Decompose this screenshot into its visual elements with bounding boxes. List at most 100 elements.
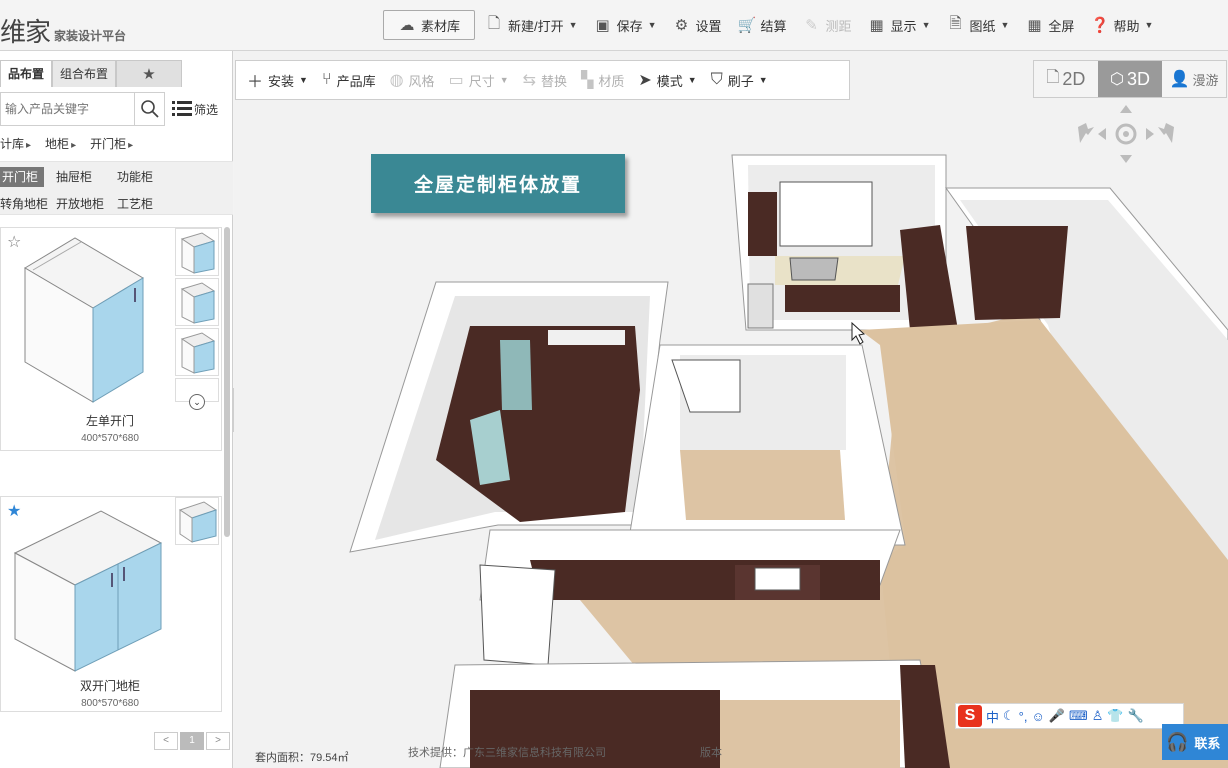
smiley-icon[interactable]: ☺ (1031, 709, 1044, 724)
save-label: 保存 (616, 18, 643, 34)
product-lib-label: 产品库 (336, 73, 376, 89)
chair-icon: ⑂ (321, 71, 332, 88)
palette-icon: ◍ (389, 72, 404, 89)
checker-icon: ▚ (581, 72, 594, 89)
replace-button[interactable]: ⇆ 替换 (516, 70, 574, 90)
tech-support-text: 技术提供：广东三维家信息科技有限公司 (408, 747, 606, 759)
navigation-control[interactable] (1076, 105, 1176, 163)
tab-product-layout[interactable]: 品布置 (0, 60, 53, 87)
chevron-down-icon: ▼ (1000, 20, 1010, 30)
mic-icon[interactable]: 🎤 (1049, 708, 1065, 724)
view-2d-button[interactable]: 🗋 2D (1034, 61, 1098, 97)
checkout-button[interactable]: 🛒 结算 (730, 10, 795, 40)
view-3d-button[interactable]: ⬡ 3D (1098, 61, 1162, 97)
contact-button[interactable]: 🎧 联系 (1162, 724, 1228, 760)
view-walk-button[interactable]: 👤 漫游 (1162, 61, 1226, 97)
top-menu: ☁ 素材库 🗋 新建/打开 ▼ ▣ 保存 ▼ ⚙ 设置 🛒 结算 ✎ 测距 ▦ … (383, 10, 1161, 40)
category-craft[interactable]: 工艺柜 (117, 194, 153, 214)
settings-button[interactable]: ⚙ 设置 (665, 10, 730, 40)
list-icon (172, 101, 192, 116)
breadcrumb-item[interactable]: 地柜 (45, 135, 76, 152)
settings-label: 设置 (695, 18, 722, 34)
product-card[interactable]: ★ 双开门地柜 800*570*680 (0, 496, 222, 712)
app-subtitle: 家装设计平台 (54, 29, 127, 43)
chevron-down-icon[interactable]: ⌄ (189, 394, 205, 410)
category-open-door[interactable]: 开门柜 (0, 167, 45, 187)
install-label: 安装 (268, 73, 295, 89)
moon-icon[interactable]: ☾ (1003, 708, 1015, 724)
tab-favorites[interactable]: ★ (116, 60, 183, 87)
prev-page-button[interactable]: < (154, 732, 178, 750)
headset-icon: 🎧 (1166, 731, 1189, 752)
filter-button[interactable]: 筛选 (172, 100, 218, 118)
material-lib-button[interactable]: ☁ 素材库 (383, 10, 476, 40)
material-button[interactable]: ▚ 材质 (574, 70, 631, 90)
material-lib-label: 素材库 (421, 18, 461, 34)
category-drawer[interactable]: 抽屉柜 (56, 167, 92, 187)
cloud-icon: ☁ (399, 17, 415, 34)
drawings-menu[interactable]: 🗎 图纸 ▼ (938, 10, 1017, 40)
filter-label: 筛选 (194, 102, 219, 117)
display-label: 显示 (890, 18, 917, 34)
search-input[interactable] (1, 93, 134, 125)
user-icon[interactable]: ♙ (1092, 708, 1104, 724)
style-label: 风格 (408, 73, 435, 89)
mode-menu[interactable]: ➤ 模式 ▼ (631, 70, 703, 90)
view-switcher: 🗋 2D ⬡ 3D 👤 漫游 (1033, 60, 1227, 98)
chevron-down-icon: ▼ (299, 75, 308, 85)
sogou-logo: S (958, 705, 982, 727)
variant-thumb[interactable] (175, 497, 219, 545)
chevron-down-icon: ▼ (499, 75, 509, 85)
save-menu[interactable]: ▣ 保存 ▼ (586, 10, 665, 40)
page-number[interactable]: 1 (180, 732, 204, 750)
variant-thumbs (175, 497, 221, 547)
wrench-icon[interactable]: 🔧 (1128, 708, 1144, 724)
panel-scrollbar[interactable] (224, 227, 230, 537)
next-page-button[interactable]: > (206, 732, 230, 750)
punctuation-icon[interactable]: °, (1019, 709, 1028, 724)
category-function[interactable]: 功能柜 (117, 167, 153, 187)
material-label: 材质 (598, 73, 625, 89)
category-open-base[interactable]: 开放地柜 (56, 194, 104, 214)
fullscreen-label: 全屏 (1048, 18, 1075, 34)
breadcrumb-item[interactable]: 计库 (0, 135, 31, 152)
document-icon: 🗋 (487, 14, 501, 32)
sub-toolbar: ＋ 安装 ▼ ⑂ 产品库 ◍ 风格 ▭ 尺寸 ▼ ⇆ 替换 ▚ 材质 ➤ 模式 … (235, 60, 850, 100)
brush-menu[interactable]: ⛉ 刷子 ▼ (704, 71, 775, 90)
checkout-label: 结算 (760, 18, 787, 34)
help-menu[interactable]: ❓ 帮助 ▼ (1082, 10, 1161, 40)
product-card[interactable]: ☆ ⌄ 左单开门 400*570*680 (0, 227, 222, 451)
help-icon: ❓ (1090, 17, 1110, 34)
keyboard-icon[interactable]: ⌨ (1069, 708, 1088, 724)
tab-combo-layout[interactable]: 组合布置 (52, 60, 117, 87)
fullscreen-button[interactable]: ▦ 全屏 (1017, 10, 1082, 40)
ime-toolbar[interactable]: S 中 ☾ °, ☺ 🎤 ⌨ ♙ 👕 🔧 (955, 703, 1184, 729)
category-corner[interactable]: 转角地柜 (0, 194, 48, 214)
drawings-label: 图纸 (969, 18, 996, 34)
variant-thumb[interactable] (175, 328, 219, 376)
product-lib-button[interactable]: ⑂ 产品库 (315, 71, 383, 90)
size-menu[interactable]: ▭ 尺寸 ▼ (442, 70, 516, 90)
breadcrumb: 计库 地柜 开门柜 (0, 135, 133, 152)
blueprint-icon: 🗎 (949, 14, 962, 32)
help-label: 帮助 (1113, 18, 1140, 34)
cube-icon: ⬡ (1110, 71, 1124, 88)
chevron-down-icon: ▼ (921, 20, 931, 30)
display-menu[interactable]: ▦ 显示 ▼ (860, 10, 939, 40)
style-button[interactable]: ◍ 风格 (383, 70, 442, 90)
version-text: 版本 (700, 747, 722, 759)
search-button[interactable] (134, 93, 164, 125)
gear-icon: ⚙ (674, 17, 689, 34)
measure-label: 测距 (825, 18, 852, 34)
variant-thumb[interactable] (175, 228, 219, 276)
product-panel: 品布置 组合布置 ★ 筛选 计库 地柜 开门柜 开门柜 抽屉柜 功能柜 转角地柜… (0, 51, 233, 768)
ime-mode[interactable]: 中 (986, 707, 999, 726)
new-open-menu[interactable]: 🗋 新建/打开 ▼ (477, 10, 586, 40)
breadcrumb-item[interactable]: 开门柜 (90, 135, 133, 152)
shirt-icon[interactable]: 👕 (1107, 708, 1123, 724)
measure-button[interactable]: ✎ 测距 (795, 10, 860, 40)
view-3d-label: 3D (1126, 68, 1150, 89)
install-menu[interactable]: ＋ 安装 ▼ (240, 68, 315, 92)
variant-thumb[interactable] (175, 278, 219, 326)
variant-thumbs (175, 228, 221, 404)
